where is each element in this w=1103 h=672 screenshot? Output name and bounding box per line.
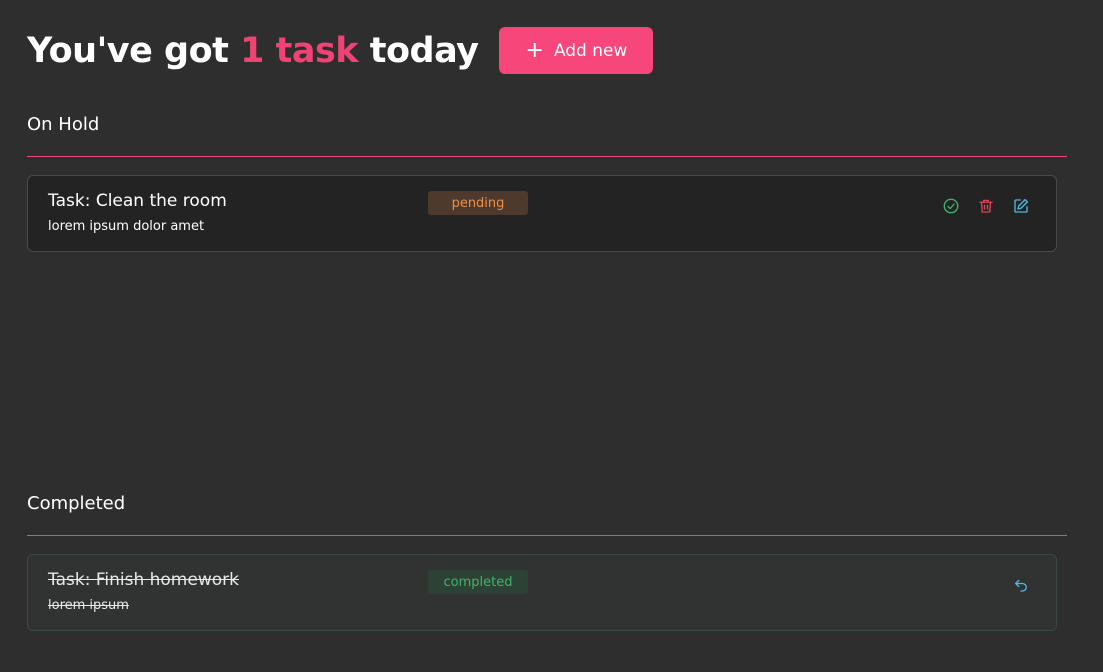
section-divider <box>27 156 1067 157</box>
task-description: lorem ipsum <box>48 598 129 613</box>
undo-icon[interactable] <box>1011 575 1031 595</box>
headline-suffix: today <box>369 30 479 71</box>
edit-icon[interactable] <box>1011 196 1031 216</box>
task-title: Task: Finish homework <box>48 570 239 590</box>
page-header: You've got 1 task today + Add new <box>27 27 654 74</box>
complete-icon[interactable] <box>941 196 961 216</box>
section-divider <box>27 535 1067 536</box>
task-description: lorem ipsum dolor amet <box>48 219 205 234</box>
add-new-button[interactable]: + Add new <box>499 27 654 74</box>
headline-prefix: You've got <box>27 30 229 71</box>
task-card: Task: Finish homework lorem ipsum comple… <box>27 554 1057 631</box>
task-title: Task: Clean the room <box>48 191 227 211</box>
page-title: You've got 1 task today <box>27 30 479 71</box>
plus-icon: + <box>525 37 544 63</box>
section-title-completed: Completed <box>27 493 126 514</box>
trash-icon[interactable] <box>976 196 996 216</box>
task-count: 1 task <box>240 30 359 71</box>
section-title-on-hold: On Hold <box>27 114 100 135</box>
task-card: Task: Clean the room lorem ipsum dolor a… <box>27 175 1057 252</box>
status-badge: completed <box>428 570 528 594</box>
add-new-label: Add new <box>553 40 628 61</box>
status-badge: pending <box>428 191 528 215</box>
